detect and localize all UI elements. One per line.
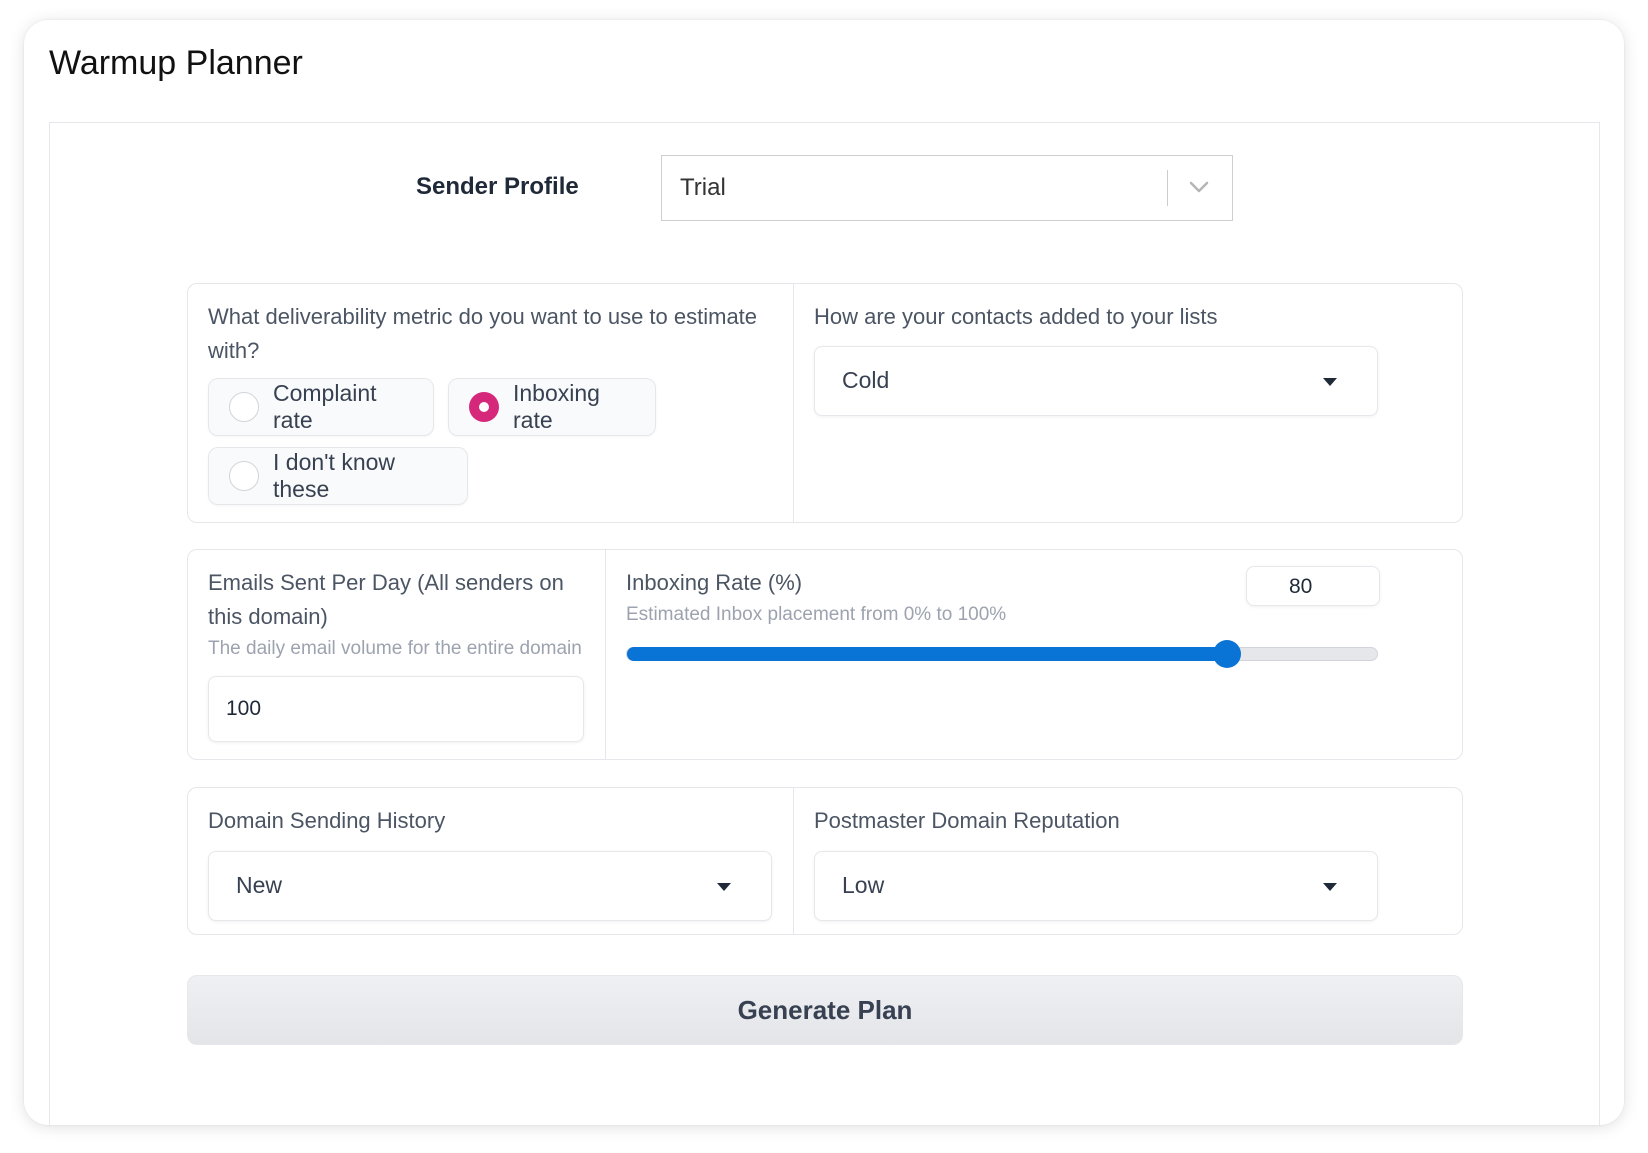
slider-fill (627, 647, 1227, 661)
emails-per-day-input[interactable]: 100 (208, 676, 584, 742)
inboxing-rate-cell: Inboxing Rate (%) Estimated Inbox placem… (605, 550, 1462, 759)
caret-down-icon (717, 883, 731, 891)
planner-form: Sender Profile Trial What deliverability… (49, 122, 1600, 1125)
sender-profile-select[interactable]: Trial (661, 155, 1233, 221)
metric-cell: What deliverability metric do you want t… (188, 284, 793, 522)
radio-label: I don't know these (273, 449, 396, 502)
postmaster-cell: Postmaster Domain Reputation Low (793, 788, 1462, 934)
domain-history-cell: Domain Sending History New (188, 788, 793, 934)
postmaster-label: Postmaster Domain Reputation (814, 808, 1120, 833)
app-title: Warmup Planner (49, 44, 303, 82)
generate-plan-button[interactable]: Generate Plan (187, 975, 1463, 1045)
domain-history-value: New (236, 872, 283, 898)
emails-per-day-label: Emails Sent Per Day (All senders on this… (208, 570, 564, 629)
inboxing-rate-value: 80 (1289, 575, 1313, 598)
radio-indicator (229, 392, 259, 422)
radio-complaint-rate[interactable]: Complaint rate (208, 378, 434, 436)
app-window: Warmup Planner Sender Profile Trial What… (24, 20, 1624, 1125)
radio-inboxing-rate[interactable]: Inboxing rate (448, 378, 656, 436)
sender-profile-label: Sender Profile (416, 173, 579, 200)
chevron-down-icon[interactable] (1186, 174, 1212, 200)
emails-per-day-help: The daily email volume for the entire do… (208, 638, 582, 659)
inboxing-rate-number-input[interactable]: 80 (1246, 566, 1380, 606)
postmaster-dropdown[interactable]: Low (814, 851, 1378, 921)
radio-label: Inboxing rate (513, 380, 600, 433)
radio-label: Complaint rate (273, 380, 377, 433)
volume-rate-group: Emails Sent Per Day (All senders on this… (187, 549, 1463, 760)
sender-profile-row: Sender Profile Trial (50, 123, 1599, 273)
domain-history-label: Domain Sending History (208, 808, 446, 833)
sender-profile-value: Trial (680, 174, 726, 201)
inboxing-rate-slider[interactable] (626, 640, 1378, 668)
emails-per-day-value: 100 (226, 697, 262, 720)
metric-contacts-group: What deliverability metric do you want t… (187, 283, 1463, 523)
select-separator (1166, 170, 1168, 206)
postmaster-value: Low (842, 872, 885, 898)
contacts-dropdown[interactable]: Cold (814, 346, 1378, 416)
radio-indicator (229, 461, 259, 491)
radio-indicator-checked (469, 392, 499, 422)
contacts-cell: How are your contacts added to your list… (793, 284, 1462, 522)
caret-down-icon (1323, 883, 1337, 891)
contacts-question: How are your contacts added to your list… (814, 304, 1218, 329)
inboxing-rate-help: Estimated Inbox placement from 0% to 100… (626, 604, 1007, 625)
caret-down-icon (1323, 378, 1337, 386)
emails-per-day-cell: Emails Sent Per Day (All senders on this… (188, 550, 605, 759)
metric-question: What deliverability metric do you want t… (208, 304, 758, 363)
slider-thumb[interactable] (1213, 640, 1241, 668)
contacts-value: Cold (842, 367, 890, 393)
domain-history-dropdown[interactable]: New (208, 851, 772, 921)
inboxing-rate-label: Inboxing Rate (%) (626, 570, 803, 595)
radio-dont-know[interactable]: I don't know these (208, 447, 468, 505)
domain-group: Domain Sending History New Postmaster Do… (187, 787, 1463, 935)
